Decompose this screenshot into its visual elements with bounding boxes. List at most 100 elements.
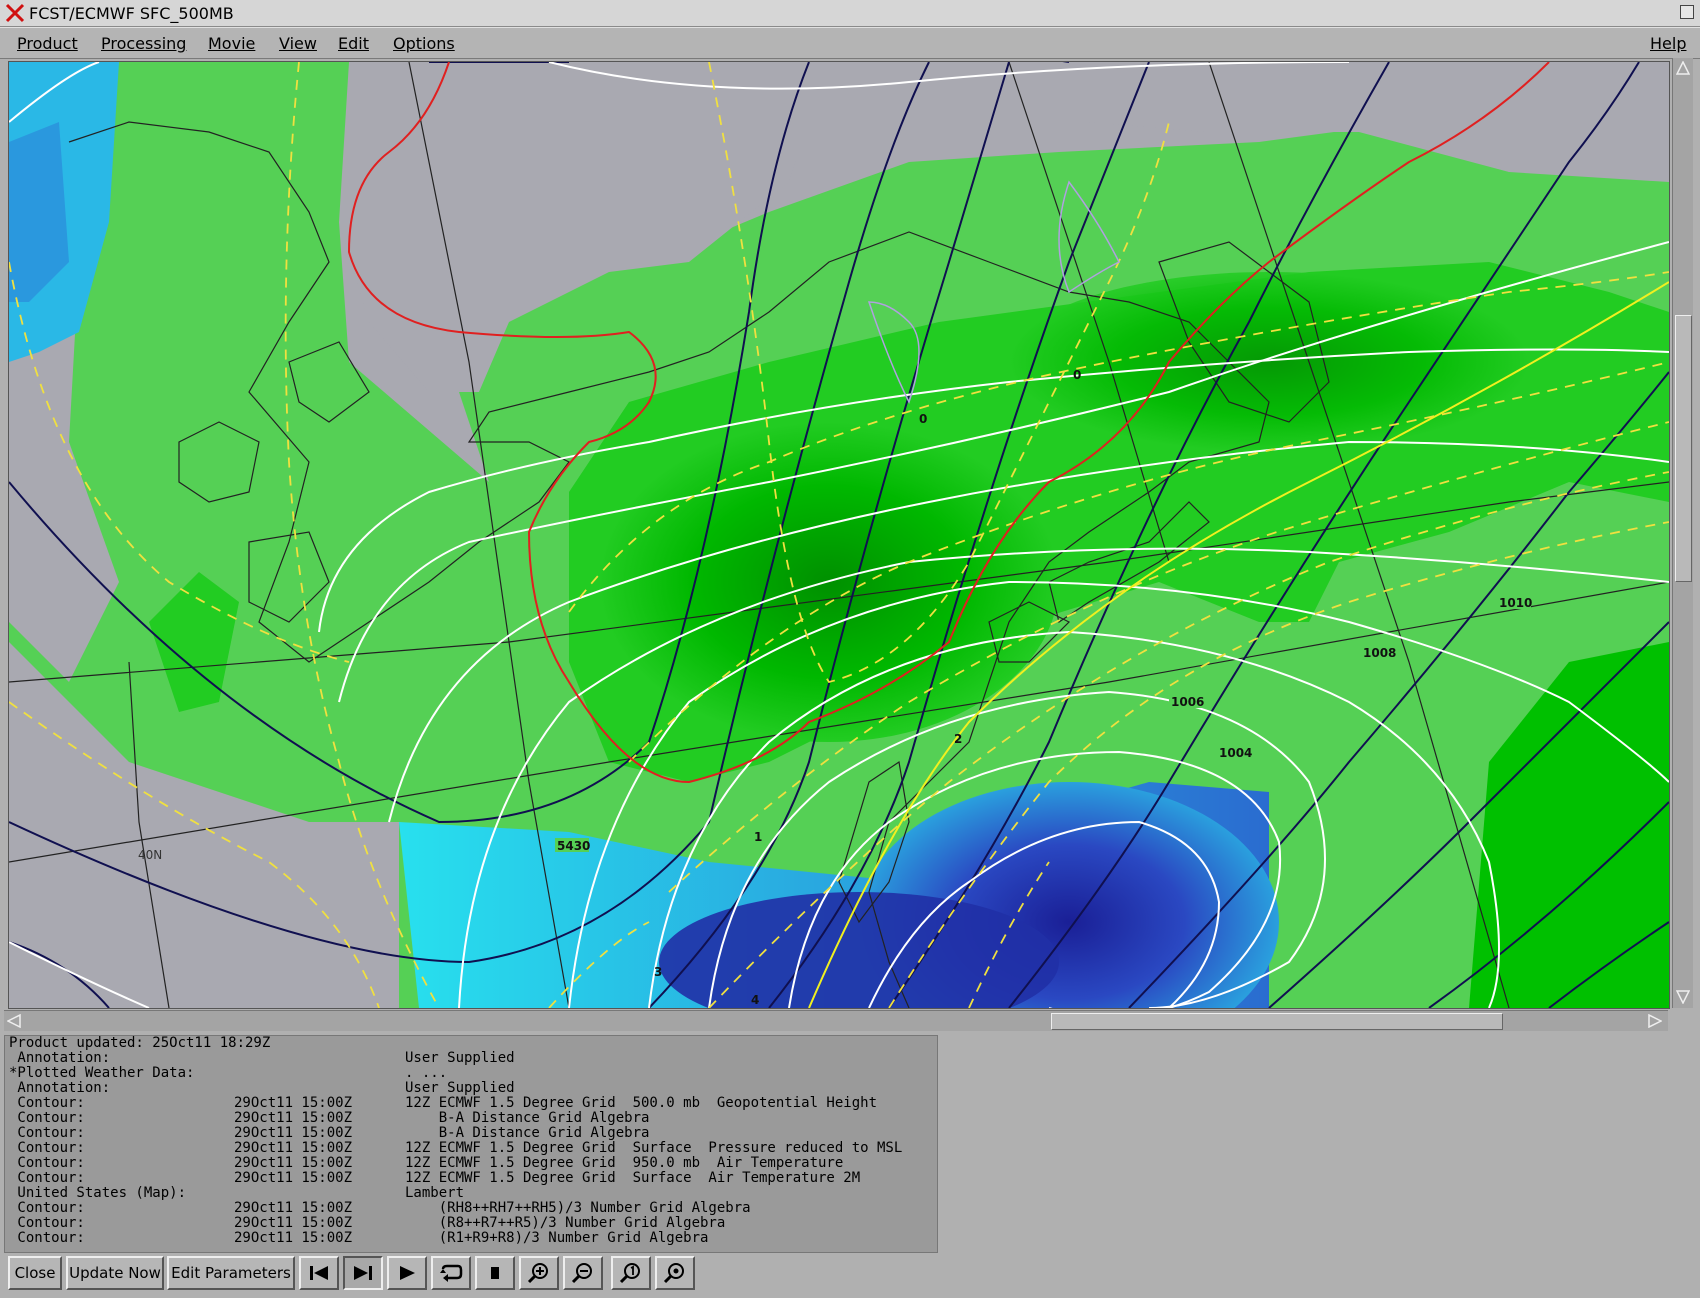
zoom-fit-button[interactable] <box>655 1256 695 1290</box>
info-timestamp: 29Oct11 15:00Z <box>234 1200 353 1216</box>
temp-label-0a: 0 <box>1073 368 1081 382</box>
info-line: Contour: 29Oct11 15:00Z B-A Distance Grid… <box>5 1111 937 1126</box>
info-line: Contour: 29Oct11 15:00Z 12Z ECMWF 1.5 Degr… <box>5 1096 937 1111</box>
bottom-toolbar: Close Update Now Edit Parameters <box>4 1253 1696 1295</box>
update-now-button[interactable]: Update Now <box>66 1256 164 1290</box>
horizontal-scroll-thumb[interactable] <box>1051 1013 1503 1030</box>
temp-label-0b: 0 <box>919 412 927 426</box>
zoom-out-icon <box>571 1263 592 1284</box>
zoom-reset-button[interactable] <box>611 1256 651 1290</box>
zoom-fit-icon <box>663 1263 684 1284</box>
scroll-left-icon[interactable] <box>7 1014 21 1028</box>
info-label: United States (Map): <box>9 1185 187 1201</box>
info-description: 12Z ECMWF 1.5 Degree Grid Surface Air Te… <box>405 1170 861 1186</box>
window-title: FCST/ECMWF SFC_500MB <box>29 3 234 23</box>
info-line: Annotation: User Supplied <box>5 1051 937 1066</box>
maximize-button[interactable] <box>1680 5 1694 19</box>
scroll-down-icon[interactable] <box>1676 990 1690 1004</box>
play-button[interactable] <box>387 1256 427 1290</box>
info-description: 12Z ECMWF 1.5 Degree Grid Surface Pressu… <box>405 1140 903 1156</box>
close-button[interactable]: Close <box>8 1256 62 1290</box>
info-label: Contour: <box>9 1200 85 1216</box>
menu-bar: Product Processing Movie View Edit Optio… <box>0 27 1700 59</box>
info-label: Contour: <box>9 1155 85 1171</box>
menu-options[interactable]: Options <box>391 32 457 55</box>
isobar-label-1010: 1010 <box>1499 596 1532 610</box>
info-label: Contour: <box>9 1170 85 1186</box>
info-line: Product updated: 25Oct11 18:29Z <box>5 1036 937 1051</box>
info-description: Lambert <box>405 1185 465 1201</box>
product-info-panel: Product updated: 25Oct11 18:29Z Annotati… <box>4 1035 938 1253</box>
title-bar: FCST/ECMWF SFC_500MB <box>0 0 1700 27</box>
info-line: Contour: 29Oct11 15:00Z 12Z ECMWF 1.5 Degr… <box>5 1156 937 1171</box>
loop-icon <box>440 1264 463 1282</box>
menu-product[interactable]: Product <box>15 32 80 55</box>
info-description: User Supplied <box>405 1050 515 1066</box>
info-description: User Supplied <box>405 1080 515 1096</box>
info-timestamp: 29Oct11 15:00Z <box>234 1170 353 1186</box>
scroll-up-icon[interactable] <box>1676 61 1690 75</box>
zoom-in-icon <box>527 1263 548 1284</box>
info-line: United States (Map): Lambert <box>5 1186 937 1201</box>
isobar-label-1006: 1006 <box>1171 695 1204 709</box>
info-description: (R1+R9+R8)/3 Number Grid Algebra <box>405 1230 709 1246</box>
info-line: Contour: 29Oct11 15:00Z (RH8++RH7++RH5)/3… <box>5 1201 937 1216</box>
info-label: Annotation: <box>9 1050 111 1066</box>
info-label: Contour: <box>9 1110 85 1126</box>
info-description: (R8++R7++R5)/3 Number Grid Algebra <box>405 1215 726 1231</box>
step-forward-button[interactable] <box>343 1256 383 1290</box>
info-line: Contour: 29Oct11 15:00Z B-A Distance Grid… <box>5 1126 937 1141</box>
horizontal-scrollbar[interactable] <box>4 1010 1668 1031</box>
info-timestamp: 29Oct11 15:00Z <box>234 1095 353 1111</box>
menu-processing[interactable]: Processing <box>99 32 188 55</box>
info-line: *Plotted Weather Data: . ... <box>5 1066 937 1081</box>
play-icon <box>400 1266 415 1280</box>
menu-help[interactable]: Help <box>1648 32 1688 55</box>
menu-edit[interactable]: Edit <box>336 32 371 55</box>
info-description: (RH8++RH7++RH5)/3 Number Grid Algebra <box>405 1200 751 1216</box>
weather-map[interactable]: 1010 1008 1006 1004 5430 0 0 2 1 3 4 40N <box>8 61 1670 1009</box>
info-label: Product updated: 25Oct11 18:29Z <box>9 1035 271 1051</box>
step-forward-icon <box>354 1266 372 1280</box>
lat-label-40n: 40N <box>138 848 162 862</box>
info-line: Contour: 29Oct11 15:00Z (R1+R9+R8)/3 Numb… <box>5 1231 937 1246</box>
info-timestamp: 29Oct11 15:00Z <box>234 1140 353 1156</box>
stop-button[interactable] <box>475 1256 515 1290</box>
x-logo-icon <box>5 3 25 23</box>
info-timestamp: 29Oct11 15:00Z <box>234 1110 353 1126</box>
temp-label-4: 4 <box>751 993 759 1007</box>
temp-label-1: 1 <box>754 830 762 844</box>
menu-view[interactable]: View <box>277 32 319 55</box>
info-timestamp: 29Oct11 15:00Z <box>234 1230 353 1246</box>
info-line: Annotation: User Supplied <box>5 1081 937 1096</box>
info-label: Contour: <box>9 1215 85 1231</box>
zoom-in-button[interactable] <box>519 1256 559 1290</box>
map-canvas: 1010 1008 1006 1004 5430 0 0 2 1 3 4 40N <box>9 62 1669 1008</box>
zoom-reset-icon <box>619 1263 640 1284</box>
zoom-out-button[interactable] <box>563 1256 603 1290</box>
vertical-scroll-thumb[interactable] <box>1675 315 1692 582</box>
info-label: Contour: <box>9 1125 85 1141</box>
info-line: Contour: 29Oct11 15:00Z 12Z ECMWF 1.5 Degr… <box>5 1141 937 1156</box>
info-label: Contour: <box>9 1140 85 1156</box>
vertical-scrollbar[interactable] <box>1672 58 1693 1008</box>
info-label: Contour: <box>9 1230 85 1246</box>
loop-button[interactable] <box>431 1256 471 1290</box>
edit-parameters-button[interactable]: Edit Parameters <box>167 1256 295 1290</box>
info-timestamp: 29Oct11 15:00Z <box>234 1215 353 1231</box>
temp-label-2: 2 <box>954 732 962 746</box>
temp-label-3: 3 <box>654 965 662 979</box>
info-timestamp: 29Oct11 15:00Z <box>234 1155 353 1171</box>
info-description: B-A Distance Grid Algebra <box>405 1110 650 1126</box>
first-frame-button[interactable] <box>299 1256 339 1290</box>
info-description: B-A Distance Grid Algebra <box>405 1125 650 1141</box>
height-label-5430: 5430 <box>557 839 590 853</box>
info-line: Contour: 29Oct11 15:00Z (R8++R7++R5)/3 Nu… <box>5 1216 937 1231</box>
info-description: 12Z ECMWF 1.5 Degree Grid 950.0 mb Air T… <box>405 1155 844 1171</box>
info-line: Contour: 29Oct11 15:00Z 12Z ECMWF 1.5 Degr… <box>5 1171 937 1186</box>
info-timestamp: 29Oct11 15:00Z <box>234 1125 353 1141</box>
isobar-label-1004: 1004 <box>1219 746 1252 760</box>
isobar-label-1008: 1008 <box>1363 646 1396 660</box>
menu-movie[interactable]: Movie <box>206 32 257 55</box>
scroll-right-icon[interactable] <box>1648 1014 1662 1028</box>
